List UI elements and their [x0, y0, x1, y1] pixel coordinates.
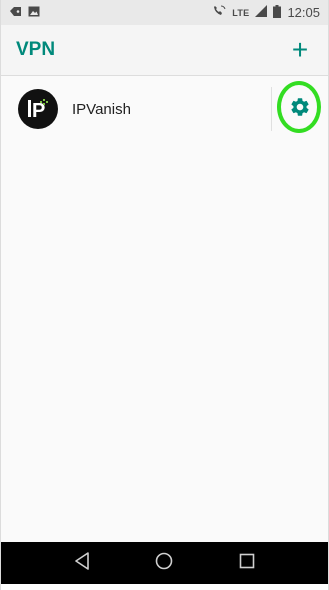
back-button[interactable] [70, 551, 94, 575]
list-item: P IPVanish [1, 78, 328, 140]
home-button[interactable] [152, 551, 176, 575]
vpn-settings-button[interactable] [272, 78, 328, 140]
battery-icon [273, 4, 282, 21]
clock: 12:05 [287, 5, 320, 20]
status-bar: LTE 12:05 [1, 0, 328, 25]
back-icon [74, 551, 90, 575]
home-icon [155, 552, 173, 575]
page-title: VPN [16, 39, 56, 60]
app-bar: VPN + [1, 25, 328, 76]
recents-icon [239, 553, 255, 574]
highlight-ring [277, 81, 321, 133]
bottom-edge [1, 584, 328, 590]
tag-icon [9, 6, 22, 20]
vpn-profile-item[interactable]: P IPVanish [1, 78, 271, 140]
vpn-profile-name: IPVanish [72, 100, 131, 118]
status-left [9, 6, 40, 20]
ipvanish-logo-icon: P [18, 89, 58, 129]
add-vpn-button[interactable]: + [286, 36, 314, 64]
image-icon [28, 6, 40, 20]
navigation-bar [1, 542, 328, 584]
call-wifi-icon [212, 5, 226, 20]
phone-screen: LTE 12:05 VPN + P IPVanish [0, 0, 329, 590]
signal-icon [255, 5, 268, 20]
status-right: LTE 12:05 [212, 4, 320, 21]
recents-button[interactable] [235, 551, 259, 575]
network-type: LTE [232, 7, 250, 18]
